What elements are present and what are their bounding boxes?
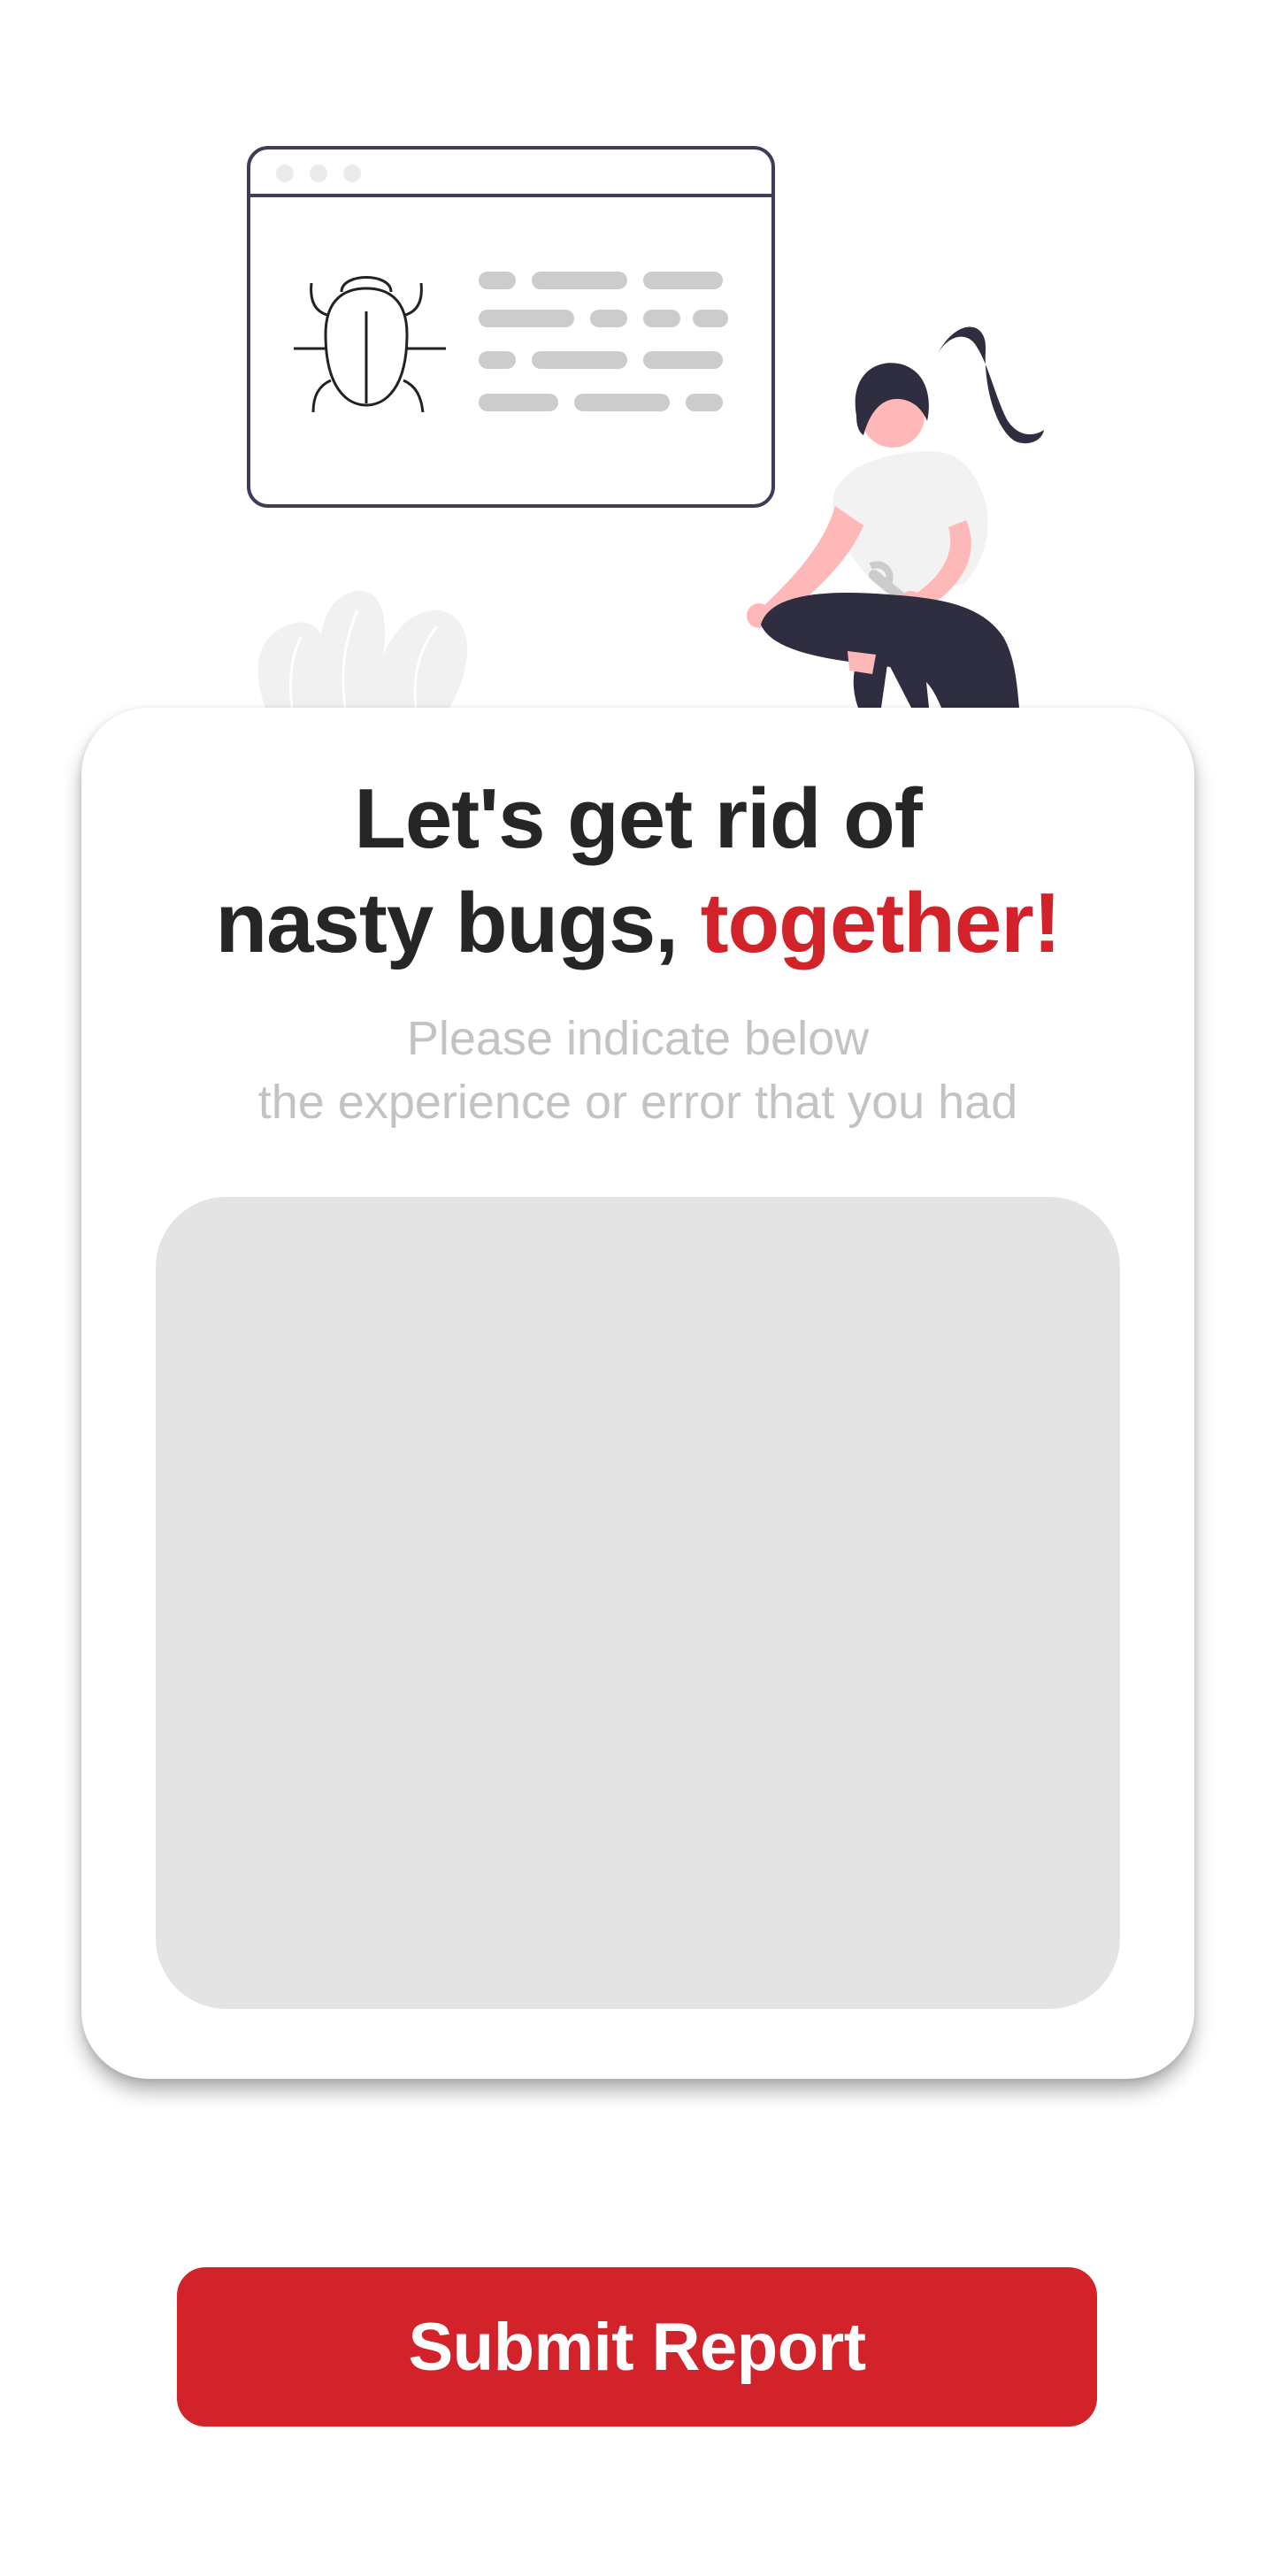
bug-report-card: Let's get rid of nasty bugs, together! P… [81,708,1194,2079]
headline-line-1: Let's get rid of [354,771,923,866]
bug-report-illustration [247,146,1044,709]
bug-description-input[interactable] [156,1197,1120,2009]
submit-report-button[interactable]: Submit Report [177,2267,1097,2426]
page-title: Let's get rid of nasty bugs, together! [81,767,1194,976]
instructions-line-2: the experience or error that you had [257,1076,1018,1129]
instructions-text: Please indicate below the experience or … [81,1007,1194,1134]
plant-decoration [257,590,468,709]
person-with-wrench-illustration [747,326,1044,708]
bug-report-screen: Let's get rid of nasty bugs, together! P… [0,0,1274,2576]
headline-line-2: nasty bugs, [215,876,701,970]
headline-accent: together! [700,876,1062,970]
instructions-line-1: Please indicate below [406,1012,870,1065]
